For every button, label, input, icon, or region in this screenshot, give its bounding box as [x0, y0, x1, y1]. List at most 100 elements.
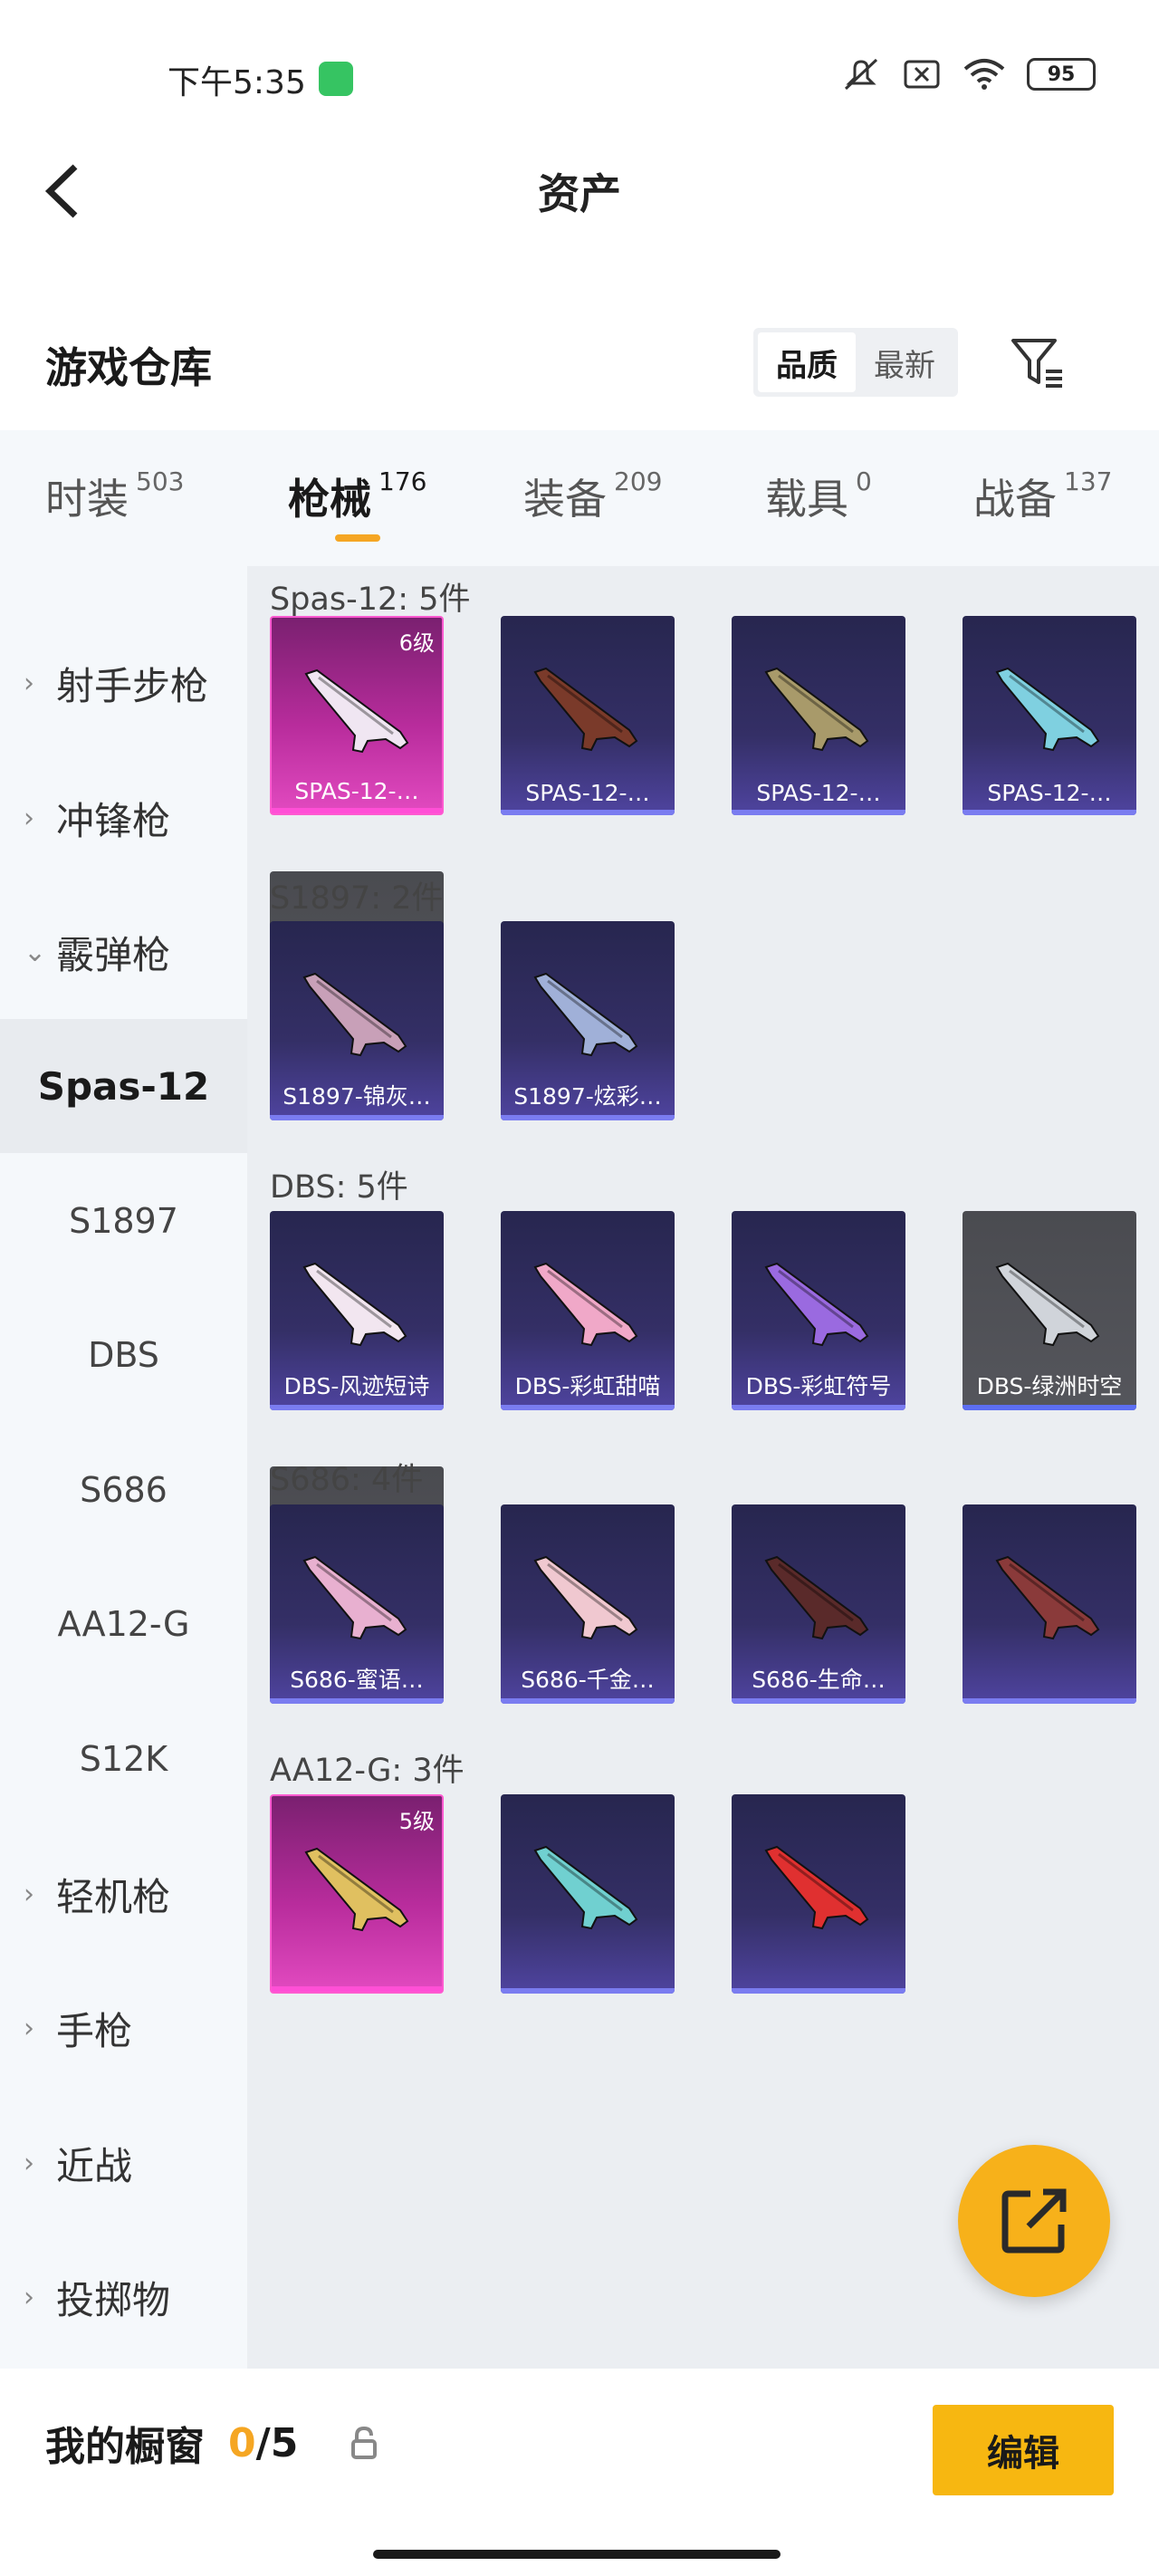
tab-count: 176 [378, 466, 427, 496]
weapon-name: DBS-风迹短诗 [283, 1373, 430, 1399]
wifi-icon [963, 59, 1005, 90]
sidebar-item-label: 手枪 [56, 2008, 133, 2053]
sidebar-item-throwables[interactable]: › 投掷物 [0, 2230, 247, 2364]
weapon-card[interactable]: S1897-炫彩… [501, 921, 675, 1120]
group-title: DBS: 5件 [270, 1169, 408, 1206]
sidebar-item-marksman-rifle[interactable]: › 射手步枪 [0, 616, 247, 750]
weapon-card[interactable]: SPAS-12-… [963, 616, 1136, 815]
sidebar-item-label: Spas-12 [37, 1063, 210, 1109]
weapon-name: SPAS-12-… [756, 780, 881, 806]
warehouse-title: 游戏仓库 [45, 343, 212, 392]
battery-level: 95 [1047, 62, 1076, 86]
chevron-right-icon: › [24, 2281, 34, 2313]
showcase-count: 0/5 [228, 2420, 298, 2466]
rarity-bar [501, 1115, 675, 1120]
weapon-card[interactable]: DBS-风迹短诗 [270, 1211, 444, 1410]
tab-fashion[interactable]: 时装 503 [45, 466, 184, 526]
rarity-bar [732, 1698, 905, 1704]
weapon-name: S686-生命… [752, 1667, 886, 1693]
tab-firearms[interactable]: 枪械 176 [288, 466, 426, 526]
sidebar-item-lmg[interactable]: › 轻机枪 [0, 1827, 247, 1961]
no-sim-icon [904, 60, 940, 89]
weapon-skin-image [995, 1555, 1100, 1640]
tab-count: 209 [614, 466, 663, 496]
sort-by-quality[interactable]: 品质 [758, 332, 856, 392]
edit-button[interactable]: 编辑 [933, 2405, 1114, 2495]
warehouse-header: 游戏仓库 品质 最新 [0, 317, 1159, 408]
active-tab-indicator [335, 534, 380, 542]
weapon-card[interactable]: DBS-绿洲时空 [963, 1211, 1136, 1410]
weapon-name: S1897-锦灰… [283, 1083, 431, 1110]
weapon-card[interactable] [732, 1794, 905, 1994]
share-button[interactable] [958, 2145, 1110, 2297]
sidebar-item-pistol[interactable]: › 手枪 [0, 1961, 247, 2095]
group-title: Spas-12: 5件 [270, 582, 471, 618]
group-title: S1897: 2件 [270, 880, 444, 917]
weapon-skin-image [995, 1262, 1100, 1347]
tab-vehicles[interactable]: 载具 0 [765, 466, 872, 526]
sidebar-item-s12k[interactable]: S12K [0, 1692, 247, 1826]
weapon-skin-image [764, 1555, 869, 1640]
weapon-skin-image [995, 667, 1100, 752]
weapon-card[interactable]: S686-生命… [732, 1504, 905, 1704]
rarity-bar [963, 1405, 1136, 1410]
rarity-bar [272, 1986, 442, 1992]
sidebar-item-melee[interactable]: › 近战 [0, 2096, 247, 2230]
tab-count: 0 [856, 466, 872, 496]
page-header: 资产 [0, 145, 1159, 235]
sidebar-item-label: 霰弹枪 [56, 932, 171, 977]
sidebar-item-s686[interactable]: S686 [0, 1423, 247, 1557]
weapon-skin-image [533, 1262, 638, 1347]
rarity-bar [732, 1405, 905, 1410]
showcase-label: 我的橱窗 0/5 [45, 2414, 298, 2472]
rarity-bar [963, 1698, 1136, 1704]
status-time: 下午5:35 [168, 64, 306, 101]
weapon-card[interactable]: S1897-锦灰… [270, 921, 444, 1120]
weapon-skin-image [533, 667, 638, 752]
sidebar-item-s1897[interactable]: S1897 [0, 1154, 247, 1288]
weapon-level-badge: 6级 [398, 630, 435, 656]
sidebar-item-shotgun[interactable]: ⌄ 霰弹枪 [0, 885, 247, 1019]
weapon-card[interactable]: SPAS-12-… [501, 616, 675, 815]
group-title: S686: 4件 [270, 1462, 424, 1498]
rarity-bar [501, 1405, 675, 1410]
weapon-skin-image [533, 1555, 638, 1640]
weapon-card[interactable] [501, 1794, 675, 1994]
sidebar-item-spas12[interactable]: Spas-12 [0, 1019, 247, 1153]
weapon-card[interactable]: 5级 [270, 1794, 444, 1994]
group-title: AA12-G: 3件 [270, 1753, 465, 1789]
sort-toggle: 品质 最新 [753, 328, 958, 397]
rarity-bar [963, 810, 1136, 815]
weapon-card[interactable]: S686-蜜语… [270, 1504, 444, 1704]
sort-by-latest[interactable]: 最新 [856, 332, 953, 392]
lock-icon [351, 2426, 377, 2459]
filter-icon[interactable] [1010, 335, 1066, 391]
sidebar-item-smg[interactable]: › 冲锋枪 [0, 751, 247, 885]
showcase-current: 0 [228, 2419, 256, 2466]
sidebar-item-dbs[interactable]: DBS [0, 1288, 247, 1422]
rarity-bar [732, 810, 905, 815]
chevron-right-icon: › [24, 1878, 34, 1910]
weapon-card[interactable] [963, 1504, 1136, 1704]
sidebar-item-label: 投掷物 [56, 2277, 171, 2322]
sidebar-item-aa12g[interactable]: AA12-G [0, 1557, 247, 1691]
tab-supplies[interactable]: 战备 137 [973, 466, 1112, 526]
showcase-total: /5 [255, 2419, 299, 2466]
weapon-card[interactable]: DBS-彩虹甜喵 [501, 1211, 675, 1410]
home-indicator [373, 2550, 781, 2559]
tab-label: 载具 [765, 475, 848, 524]
weapon-card[interactable]: SPAS-12-… [732, 616, 905, 815]
weapon-grid: Spas-12: 5件 6级 SPAS-12-… SPAS-12-… SPAS-12-…… [247, 566, 1159, 2369]
sidebar-item-label: S12K [79, 1739, 168, 1779]
rarity-bar [272, 808, 442, 813]
sidebar-item-label: 轻机枪 [56, 1874, 171, 1919]
chevron-down-icon: ⌄ [24, 936, 47, 968]
status-icons: 95 [840, 56, 1096, 92]
weapon-name: S686-蜜语… [290, 1667, 424, 1693]
weapon-skin-image [533, 1845, 638, 1930]
weapon-card[interactable]: DBS-彩虹符号 [732, 1211, 905, 1410]
weapon-card[interactable]: S686-千金… [501, 1504, 675, 1704]
weapon-skin-image [302, 1262, 407, 1347]
weapon-card[interactable]: 6级 SPAS-12-… [270, 616, 444, 815]
tab-equipment[interactable]: 装备 209 [523, 466, 662, 526]
